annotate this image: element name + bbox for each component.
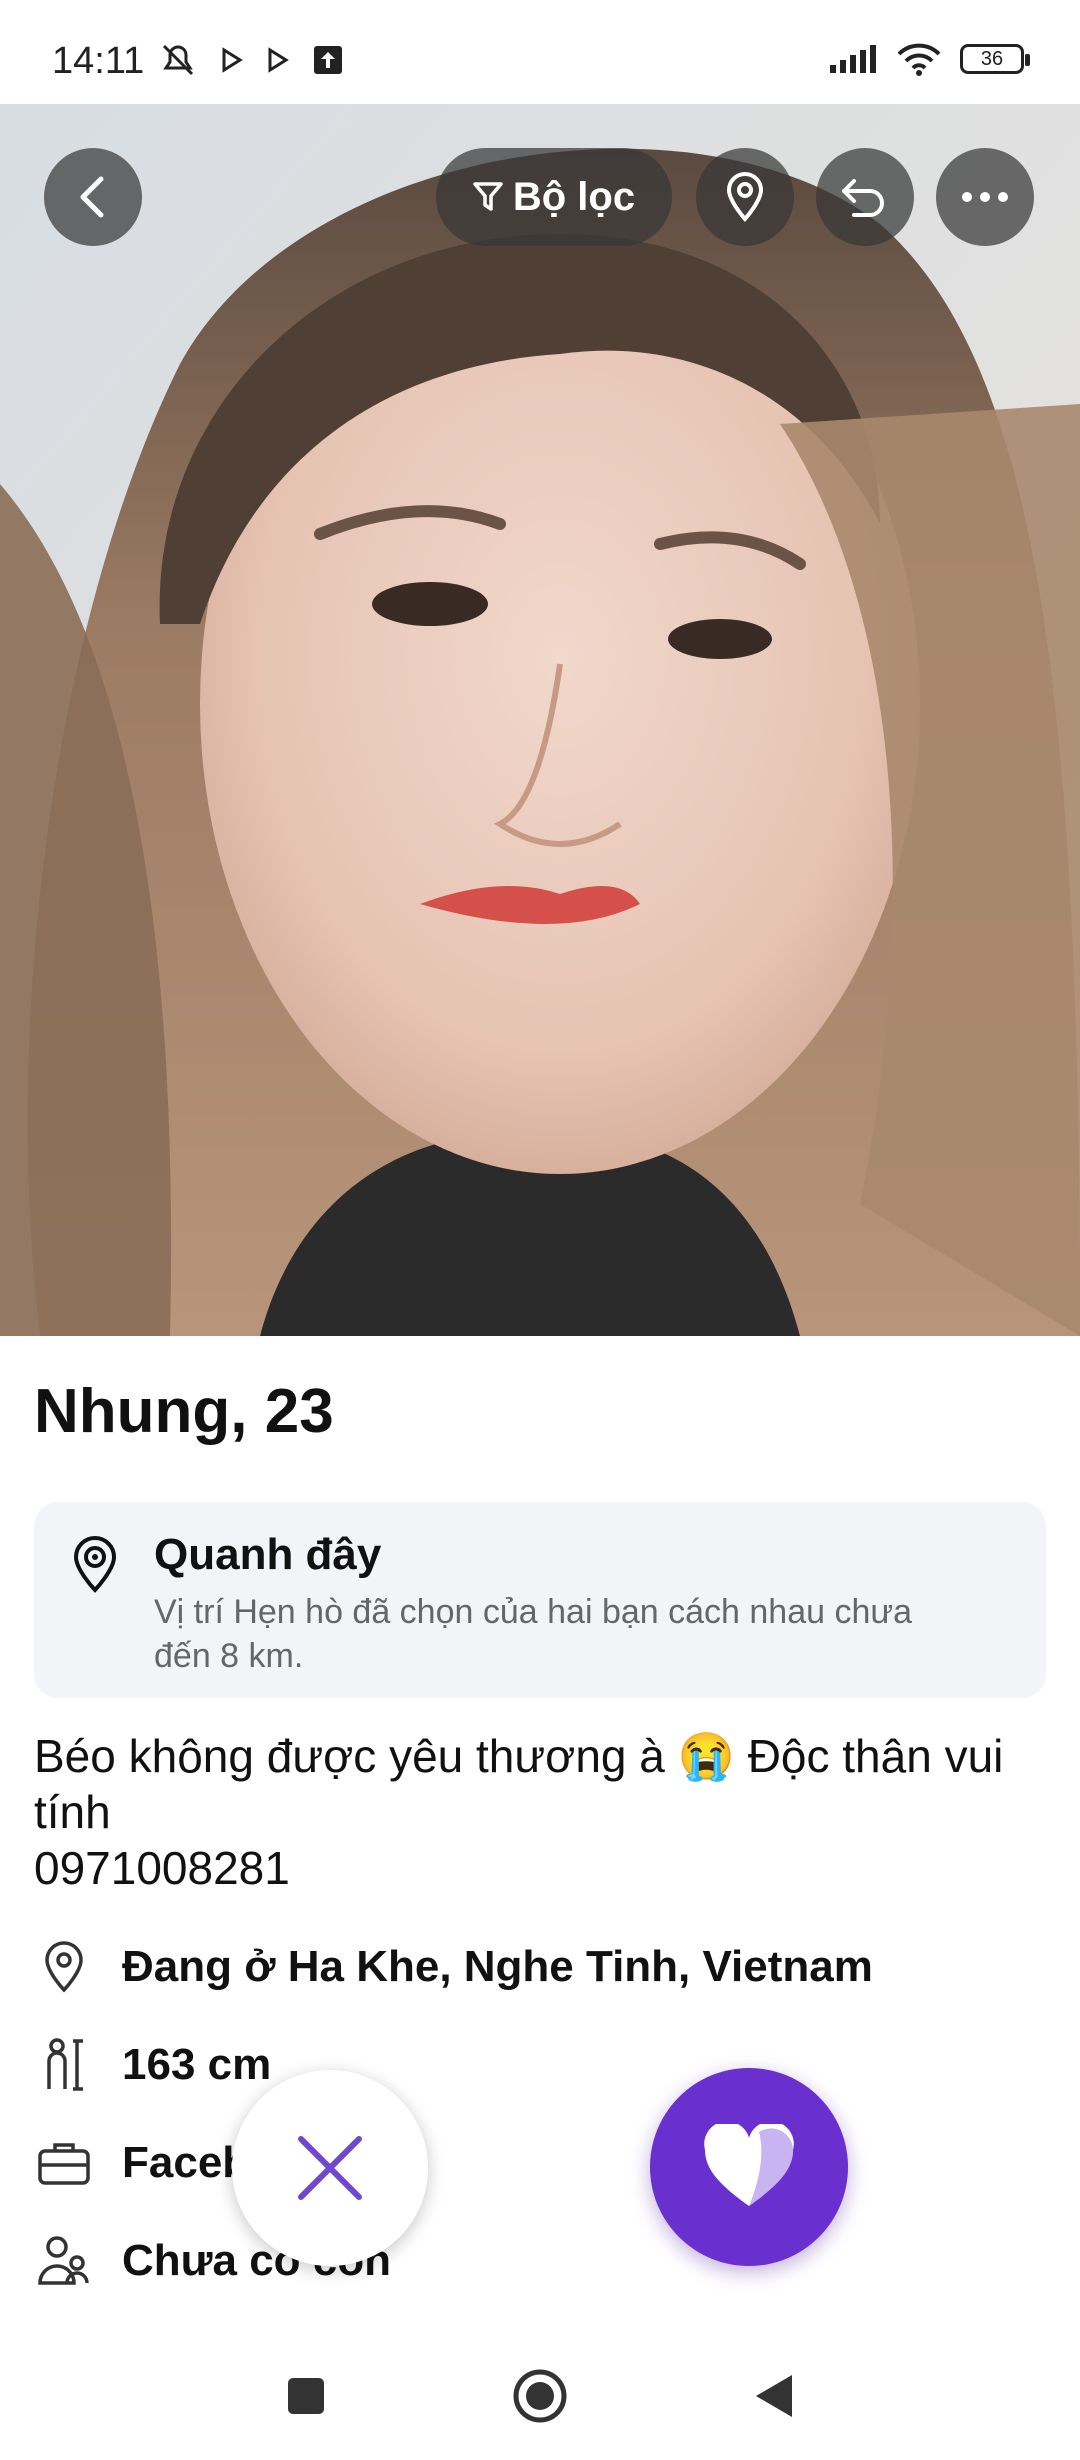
more-icon	[962, 192, 1008, 202]
upload-icon	[314, 46, 342, 74]
triangle-back-icon	[756, 2375, 792, 2417]
play-icon	[222, 47, 243, 73]
location-button[interactable]	[696, 148, 794, 246]
system-nav-bar	[0, 2330, 1080, 2460]
like-button[interactable]	[650, 2068, 848, 2266]
family-icon	[38, 2236, 89, 2285]
signal-icon	[830, 45, 876, 73]
mute-icon	[162, 44, 194, 76]
square-icon	[288, 2378, 324, 2414]
nearby-title: Quanh đây	[154, 1530, 382, 1579]
info-location-row: Đang ở Ha Khe, Nghe Tinh, Vietnam	[34, 1932, 873, 2002]
profile-photo[interactable]	[0, 104, 1080, 1336]
dislike-button[interactable]	[232, 2070, 428, 2266]
profile-bio: Béo không được yêu thương à 😭 Độc thân v…	[34, 1728, 1034, 1896]
profile-name-age: Nhung, 23	[34, 1377, 334, 1446]
info-location: Đang ở Ha Khe, Nghe Tinh, Vietnam	[122, 1942, 873, 1991]
more-options-button[interactable]	[936, 148, 1034, 246]
close-icon	[298, 2136, 362, 2200]
filter-icon	[473, 182, 503, 211]
battery-icon: 36	[960, 44, 1030, 74]
play-icon	[268, 47, 289, 73]
nearby-description: Vị trí Hẹn hò đã chọn của hai bạn cách n…	[154, 1593, 913, 1675]
filter-label: Bộ lọc	[512, 174, 636, 219]
status-time: 14:11	[52, 40, 145, 82]
undo-button[interactable]	[816, 148, 914, 246]
undo-icon	[842, 179, 884, 217]
location-pin-icon	[45, 1941, 83, 1993]
chevron-left-icon	[80, 176, 104, 218]
home-button[interactable]	[510, 2366, 570, 2426]
home-circle-icon	[513, 2369, 567, 2423]
location-pin-icon	[73, 1536, 117, 1593]
info-height-row: 163 cm	[34, 2030, 271, 2100]
back-nav-button[interactable]	[744, 2366, 804, 2426]
bio-text: Béo không được yêu thương à 😭 Độc thân v…	[34, 1730, 1004, 1838]
nearby-card: Quanh đây Vị trí Hẹn hò đã chọn của hai …	[34, 1502, 1046, 1698]
bio-phone: 0971008281	[34, 1842, 290, 1894]
height-icon	[47, 2038, 83, 2091]
heart-icon	[704, 2124, 794, 2206]
briefcase-icon	[38, 2143, 90, 2185]
wifi-icon	[897, 43, 941, 76]
back-button[interactable]	[44, 148, 142, 246]
status-bar: 14:11 36	[0, 0, 1080, 104]
info-height: 163 cm	[122, 2040, 272, 2089]
location-pin-icon	[726, 172, 764, 223]
filter-button[interactable]: Bộ lọc	[436, 148, 672, 246]
recents-button[interactable]	[276, 2366, 336, 2426]
